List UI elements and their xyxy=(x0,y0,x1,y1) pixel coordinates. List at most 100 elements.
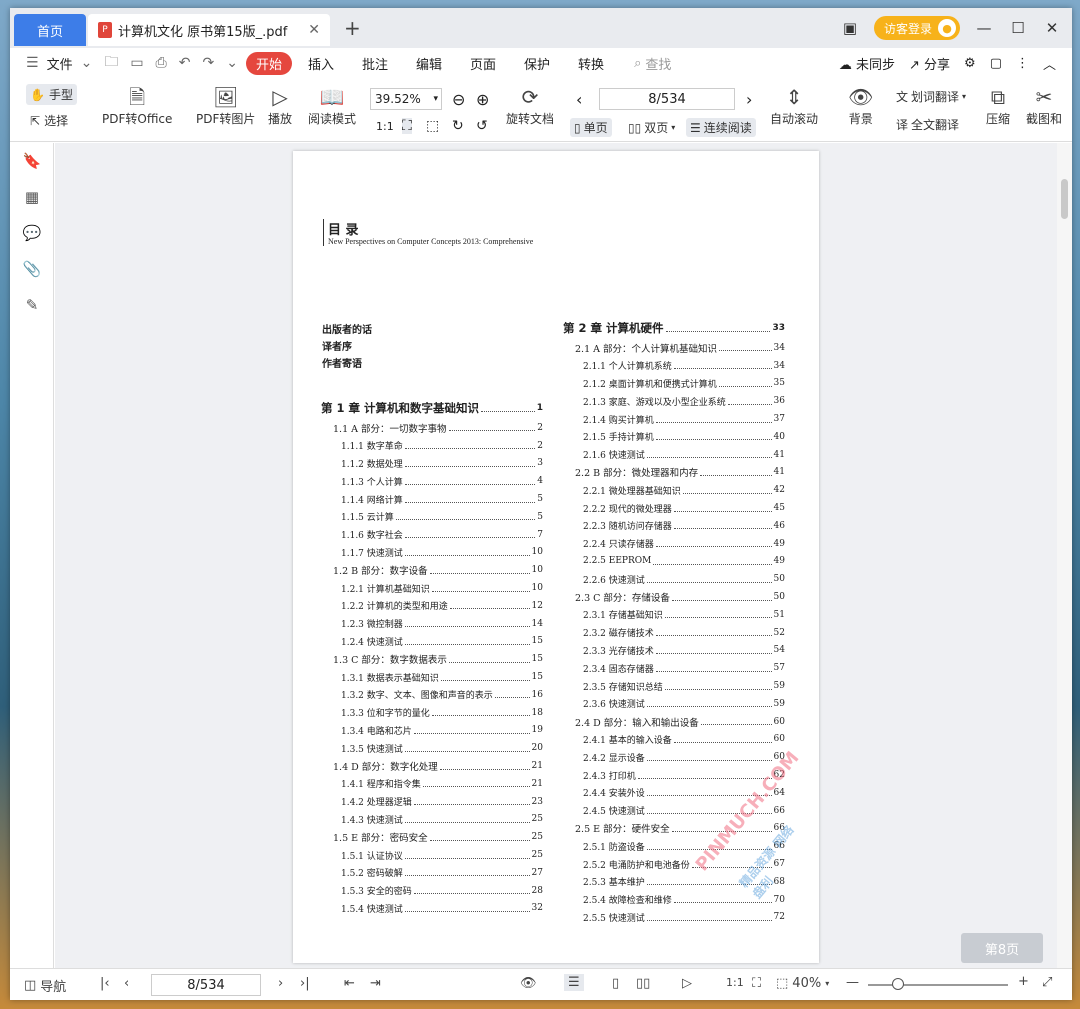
toc-entry[interactable]: 2.3.4 固态存储器 57 xyxy=(583,661,785,675)
save-icon[interactable]: ▭ xyxy=(126,55,147,71)
toc-entry[interactable]: 2.1.5 手持计算机 40 xyxy=(583,430,785,444)
toc-entry[interactable]: 2.1.2 桌面计算机和便携式计算机 35 xyxy=(583,376,785,390)
navigation-button[interactable]: ◫ 导航 xyxy=(24,976,66,995)
toc-entry[interactable]: 2.1 A 部分：个人计算机基础知识 34 xyxy=(575,341,785,355)
pdf-to-office-button[interactable]: 🗎 PDF转Office xyxy=(102,84,172,127)
rotate-left-icon[interactable]: ↺ xyxy=(476,118,488,134)
next-page-icon[interactable]: › xyxy=(746,90,752,109)
comment-panel-icon[interactable]: 💬 xyxy=(10,215,54,251)
front-matter-item[interactable]: 译者序 xyxy=(322,338,352,353)
menu-convert[interactable]: 转换 xyxy=(566,54,616,73)
go-forward-icon[interactable]: ⇥ xyxy=(370,976,381,991)
page-number-input[interactable]: 8/534 xyxy=(599,88,735,110)
close-tab-icon[interactable]: ✕ xyxy=(308,22,320,38)
home-tab[interactable]: 首页 xyxy=(14,14,86,46)
front-matter-item[interactable]: 出版者的话 xyxy=(322,321,372,336)
more-chevron-icon[interactable]: ⌄ xyxy=(222,55,242,71)
toc-entry[interactable]: 1.5.1 认证协议 25 xyxy=(341,848,543,862)
toc-entry[interactable]: 2.2.4 只读存储器 49 xyxy=(583,537,785,551)
toc-entry[interactable]: 1.1.1 数字革命 2 xyxy=(341,439,543,453)
play-button[interactable]: ▷ 播放 xyxy=(268,84,292,127)
share-button[interactable]: ↗ 分享 xyxy=(909,54,950,73)
toc-entry[interactable]: 1.1.4 网络计算 5 xyxy=(341,492,543,506)
toc-entry[interactable]: 2.1.6 快速测试 41 xyxy=(583,448,785,462)
word-translate-button[interactable]: 文划词翻译 ▾ xyxy=(896,88,966,105)
toc-entry[interactable]: 1.3.5 快速测试 20 xyxy=(341,741,543,755)
auto-scroll-button[interactable]: ⇕ 自动滚动 xyxy=(770,84,818,127)
toc-entry[interactable]: 2.1.3 家庭、游戏以及小型企业系统 36 xyxy=(583,394,785,408)
undo-icon[interactable]: ↶ xyxy=(175,55,195,71)
fullscreen-icon[interactable]: ⤢ xyxy=(1042,975,1052,990)
toc-entry[interactable]: 2.5.1 防盗设备 66 xyxy=(583,839,785,853)
scrollbar-thumb[interactable] xyxy=(1061,179,1068,219)
continuous-read-button[interactable]: ☰ 连续阅读 xyxy=(686,118,756,137)
toc-entry[interactable]: 1.1 A 部分：一切数字事物 2 xyxy=(333,421,543,435)
settings-icon[interactable]: ⚙ xyxy=(964,56,976,71)
play-status-icon[interactable]: ▷ xyxy=(682,976,692,991)
toc-entry[interactable]: 1.5 E 部分：密码安全 25 xyxy=(333,830,543,844)
toc-entry[interactable]: 2.2 B 部分：微处理器和内存 41 xyxy=(575,465,785,479)
toc-entry[interactable]: 2.2.2 现代的微处理器 45 xyxy=(583,501,785,515)
toc-entry[interactable]: 2.2.1 微处理器基础知识 42 xyxy=(583,483,785,497)
signature-icon[interactable]: ✎ xyxy=(10,287,54,323)
toc-entry[interactable]: 1.3.1 数据表示基础知识 15 xyxy=(341,670,543,684)
search-box[interactable]: ⌕ 查找 xyxy=(634,54,671,73)
toc-entry[interactable]: 2.2.5 EEPROM 49 xyxy=(583,554,785,568)
toc-entry[interactable]: 1.1.3 个人计算 4 xyxy=(341,474,543,488)
double-page-status-icon[interactable]: ▯▯ xyxy=(636,976,650,991)
open-folder-icon[interactable]: 🗀 xyxy=(100,51,122,75)
toc-entry[interactable]: 1.2.2 计算机的类型和用途 12 xyxy=(341,599,543,613)
toc-entry[interactable]: 2.4.1 基本的输入设备 60 xyxy=(583,732,785,746)
next-page-status-icon[interactable]: › xyxy=(278,976,283,991)
toc-entry[interactable]: 1.3.4 电路和芯片 19 xyxy=(341,723,543,737)
toc-entry[interactable]: 1.3.3 位和字节的量化 18 xyxy=(341,706,543,720)
toc-entry[interactable]: 2.3.5 存储知识总结 59 xyxy=(583,679,785,693)
zoom-out-icon[interactable]: ⊖ xyxy=(452,90,465,109)
menu-annotate[interactable]: 批注 xyxy=(350,54,400,73)
menu-file[interactable]: 文件 xyxy=(47,54,73,73)
last-page-icon[interactable]: ›| xyxy=(300,976,310,991)
actual-size-icon[interactable]: 1:1 xyxy=(376,120,394,133)
prev-page-status-icon[interactable]: ‹ xyxy=(124,976,129,991)
toc-entry[interactable]: 1.1.2 数据处理 3 xyxy=(341,456,543,470)
vertical-scrollbar[interactable] xyxy=(1057,143,1072,968)
toc-entry[interactable]: 1.4.1 程序和指令集 21 xyxy=(341,777,543,791)
go-back-icon[interactable]: ⇤ xyxy=(344,976,355,991)
zoom-in-status-icon[interactable]: + xyxy=(1018,974,1029,989)
collapse-ribbon-icon[interactable]: ︿ xyxy=(1043,54,1056,73)
toc-entry[interactable]: 1.2.3 微控制器 14 xyxy=(341,617,543,631)
toc-entry[interactable]: 2.2.6 快速测试 50 xyxy=(583,572,785,586)
single-page-button[interactable]: ▯ 单页 xyxy=(570,118,612,137)
toc-entry[interactable]: 1.1.7 快速测试 10 xyxy=(341,545,543,559)
toc-entry[interactable]: 1.2.4 快速测试 15 xyxy=(341,634,543,648)
toc-entry[interactable]: 2.3.3 光存储技术 54 xyxy=(583,643,785,657)
background-button[interactable]: 👁 背景 xyxy=(848,84,873,127)
toc-entry[interactable]: 1.5.4 快速测试 32 xyxy=(341,901,543,915)
zoom-select[interactable]: 39.52% ▾ xyxy=(370,88,442,110)
maximize-icon[interactable]: ☐ xyxy=(1008,19,1028,37)
toc-entry[interactable]: 1.5.3 安全的密码 28 xyxy=(341,884,543,898)
attachment-icon[interactable]: 📎 xyxy=(10,251,54,287)
toc-entry[interactable]: 2.4.2 显示设备 60 xyxy=(583,750,785,764)
actual-size-status-icon[interactable]: 1:1 xyxy=(726,976,744,989)
full-translate-button[interactable]: 译全文翻译 xyxy=(896,116,959,133)
toc-entry[interactable]: 第 2 章 计算机硬件 33 xyxy=(563,319,785,337)
hand-tool-button[interactable]: ✋ 手型 xyxy=(26,84,77,105)
eye-care-icon[interactable]: 👁 xyxy=(520,976,537,991)
toc-entry[interactable]: 1.1.5 云计算 5 xyxy=(341,510,543,524)
fit-page-icon[interactable]: ⛶ xyxy=(402,118,412,134)
menu-insert[interactable]: 插入 xyxy=(296,54,346,73)
toc-entry[interactable]: 2.2.3 随机访问存储器 46 xyxy=(583,519,785,533)
zoom-slider-knob[interactable] xyxy=(892,978,904,990)
toc-entry[interactable]: 1.1.6 数字社会 7 xyxy=(341,528,543,542)
toc-entry[interactable]: 2.1.4 购买计算机 37 xyxy=(583,412,785,426)
bookmark-icon[interactable]: 🔖 xyxy=(10,143,54,179)
toc-entry[interactable]: 2.3.6 快速测试 59 xyxy=(583,697,785,711)
hamburger-icon[interactable]: ☰ xyxy=(22,55,43,71)
toc-entry[interactable]: 2.3.1 存储基础知识 51 xyxy=(583,608,785,622)
front-matter-item[interactable]: 作者寄语 xyxy=(322,355,362,370)
thumbnail-icon[interactable]: ▦ xyxy=(10,179,54,215)
toc-entry[interactable]: 2.5 E 部分：硬件安全 66 xyxy=(575,821,785,835)
toc-entry[interactable]: 2.1.1 个人计算机系统 34 xyxy=(583,359,785,373)
pdf-to-image-button[interactable]: 🖼 PDF转图片 xyxy=(196,84,255,127)
